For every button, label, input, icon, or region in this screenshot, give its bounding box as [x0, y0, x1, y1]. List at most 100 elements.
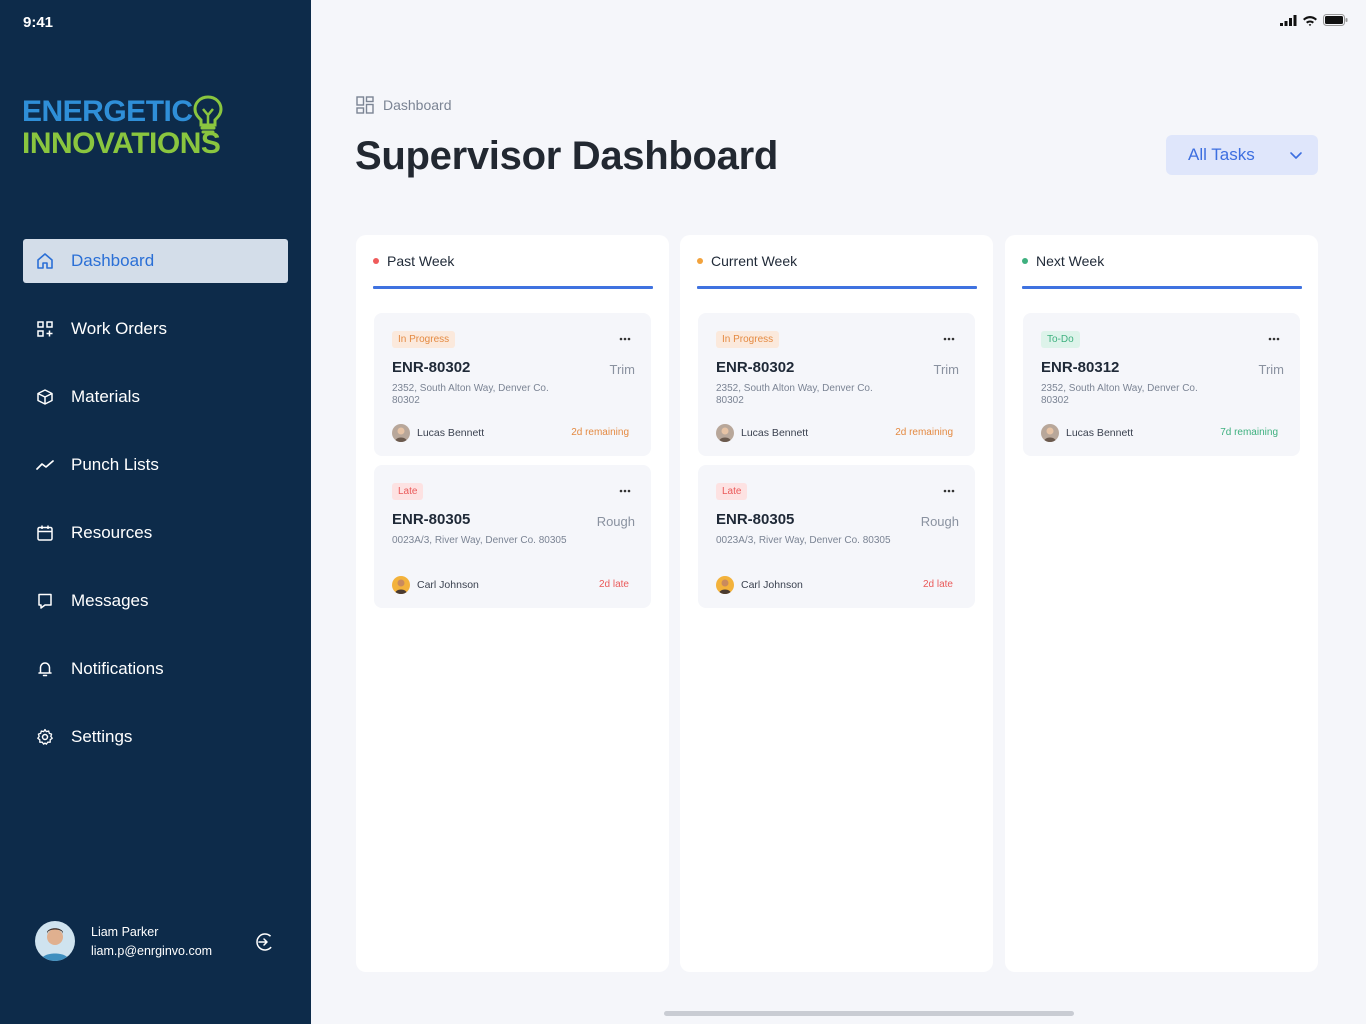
column-header: Current Week — [697, 253, 797, 269]
work-order-card[interactable]: To-Do ENR-80312 Trim 2352, South Alton W… — [1023, 313, 1300, 456]
bell-icon — [35, 659, 55, 679]
status-badge: Late — [392, 483, 424, 500]
work-order-id: ENR-80305 — [716, 511, 795, 528]
work-order-phase: Trim — [609, 362, 635, 377]
assignee-name: Carl Johnson — [741, 579, 803, 591]
sidebar-item-materials[interactable]: Materials — [23, 375, 288, 419]
work-order-phase: Trim — [1258, 362, 1284, 377]
assignee: Carl Johnson — [392, 576, 479, 594]
calendar-icon — [35, 523, 55, 543]
user-email: liam.p@enrginvo.com — [91, 944, 213, 958]
more-options-icon[interactable] — [619, 489, 631, 493]
breadcrumb-label[interactable]: Dashboard — [383, 97, 452, 113]
sidebar-item-label: Work Orders — [71, 319, 168, 338]
assignee: Lucas Bennett — [392, 424, 484, 442]
gear-icon — [35, 727, 55, 747]
column-dot — [697, 258, 703, 264]
status-badge: Late — [716, 483, 748, 500]
assignee-avatar — [1041, 424, 1059, 442]
avatar[interactable] — [35, 921, 75, 961]
work-order-card[interactable]: Late ENR-80305 Rough 0023A/3, River Way,… — [698, 465, 975, 608]
due-status: 2d late — [922, 579, 953, 590]
logout-icon[interactable] — [254, 931, 276, 953]
work-order-phase: Trim — [933, 362, 959, 377]
assignee-name: Lucas Bennett — [1066, 427, 1134, 439]
assignee: Lucas Bennett — [716, 424, 808, 442]
signal-icon — [1280, 14, 1297, 26]
cube-icon — [35, 387, 55, 407]
work-order-card[interactable]: Late ENR-80305 Rough 0023A/3, River Way,… — [374, 465, 651, 608]
status-badge: To-Do — [1041, 331, 1080, 348]
sidebar-item-label: Materials — [71, 387, 140, 406]
page-title: Supervisor Dashboard — [355, 134, 779, 178]
assignee-avatar — [392, 576, 410, 594]
assignee-name: Lucas Bennett — [741, 427, 809, 439]
task-filter-dropdown[interactable]: All Tasks — [1166, 135, 1318, 175]
work-order-id: ENR-80305 — [392, 511, 471, 528]
work-order-id: ENR-80302 — [392, 359, 471, 376]
sidebar-item-punch-lists[interactable]: Punch Lists — [23, 443, 288, 487]
column-dot — [373, 258, 379, 264]
sidebar-item-resources[interactable]: Resources — [23, 511, 288, 555]
column-divider — [697, 286, 977, 289]
wifi-icon — [1303, 15, 1317, 26]
work-order-address: 2352, South Alton Way, Denver Co. 80302 — [392, 383, 549, 406]
column-current-week: Current Week In Progress ENR-80302 Trim … — [680, 235, 993, 972]
dashboard-grid-icon — [356, 96, 374, 114]
work-order-address: 2352, South Alton Way, Denver Co. 80302 — [1041, 383, 1198, 406]
column-next-week: Next Week To-Do ENR-80312 Trim 2352, Sou… — [1005, 235, 1318, 972]
due-status: 2d remaining — [895, 427, 953, 438]
column-divider — [1022, 286, 1302, 289]
column-title: Next Week — [1036, 253, 1105, 269]
more-options-icon[interactable] — [943, 337, 955, 341]
sidebar-item-settings[interactable]: Settings — [23, 715, 288, 759]
assignee-avatar — [716, 576, 734, 594]
assignee: Lucas Bennett — [1041, 424, 1133, 442]
brand-line1: ENERGETIC — [22, 95, 193, 128]
sidebar-item-label: Settings — [71, 727, 133, 746]
status-icons — [1280, 14, 1348, 26]
home-indicator[interactable] — [664, 1011, 1074, 1016]
lightbulb-icon — [193, 95, 223, 134]
due-status: 7d remaining — [1220, 427, 1278, 438]
assignee-name: Carl Johnson — [417, 579, 479, 591]
work-order-address: 2352, South Alton Way, Denver Co. 80302 — [716, 383, 873, 406]
assignee: Carl Johnson — [716, 576, 803, 594]
grid-plus-icon — [35, 319, 55, 339]
more-options-icon[interactable] — [1268, 337, 1280, 341]
column-header: Past Week — [373, 253, 454, 269]
more-options-icon[interactable] — [619, 337, 631, 341]
work-order-address: 0023A/3, River Way, Denver Co. 80305 — [716, 535, 891, 546]
chat-icon — [35, 591, 55, 611]
work-order-address: 0023A/3, River Way, Denver Co. 80305 — [392, 535, 567, 546]
due-status: 2d late — [598, 579, 629, 590]
sidebar-item-label: Dashboard — [71, 251, 155, 270]
work-order-phase: Rough — [596, 514, 635, 529]
column-title: Current Week — [711, 253, 798, 269]
column-header: Next Week — [1022, 253, 1104, 269]
user-name: Liam Parker — [91, 925, 159, 939]
breadcrumb: Dashboard — [356, 96, 452, 114]
sidebar-item-label: Resources — [71, 523, 153, 542]
sidebar-item-notifications[interactable]: Notifications — [23, 647, 288, 691]
assignee-name: Lucas Bennett — [417, 427, 485, 439]
sidebar: 9:41 ENERGETIC INNOVATIONS Dashboard Wor… — [0, 0, 311, 1024]
work-order-card[interactable]: In Progress ENR-80302 Trim 2352, South A… — [698, 313, 975, 456]
sidebar-item-messages[interactable]: Messages — [23, 579, 288, 623]
work-order-id: ENR-80312 — [1041, 359, 1120, 376]
sidebar-item-label: Punch Lists — [71, 455, 159, 474]
work-order-card[interactable]: In Progress ENR-80302 Trim 2352, South A… — [374, 313, 651, 456]
trend-icon — [35, 455, 55, 475]
sidebar-item-work-orders[interactable]: Work Orders — [23, 307, 288, 351]
task-filter-label: All Tasks — [1188, 145, 1255, 164]
user-profile: Liam Parker liam.p@enrginvo.com — [35, 921, 280, 963]
column-divider — [373, 286, 653, 289]
brand-logo: ENERGETIC INNOVATIONS — [22, 95, 223, 160]
sidebar-item-label: Messages — [71, 591, 149, 610]
home-icon — [35, 251, 55, 271]
more-options-icon[interactable] — [943, 489, 955, 493]
assignee-avatar — [392, 424, 410, 442]
chevron-down-icon — [1290, 152, 1302, 159]
sidebar-item-dashboard[interactable]: Dashboard — [23, 239, 288, 283]
status-badge: In Progress — [716, 331, 780, 348]
